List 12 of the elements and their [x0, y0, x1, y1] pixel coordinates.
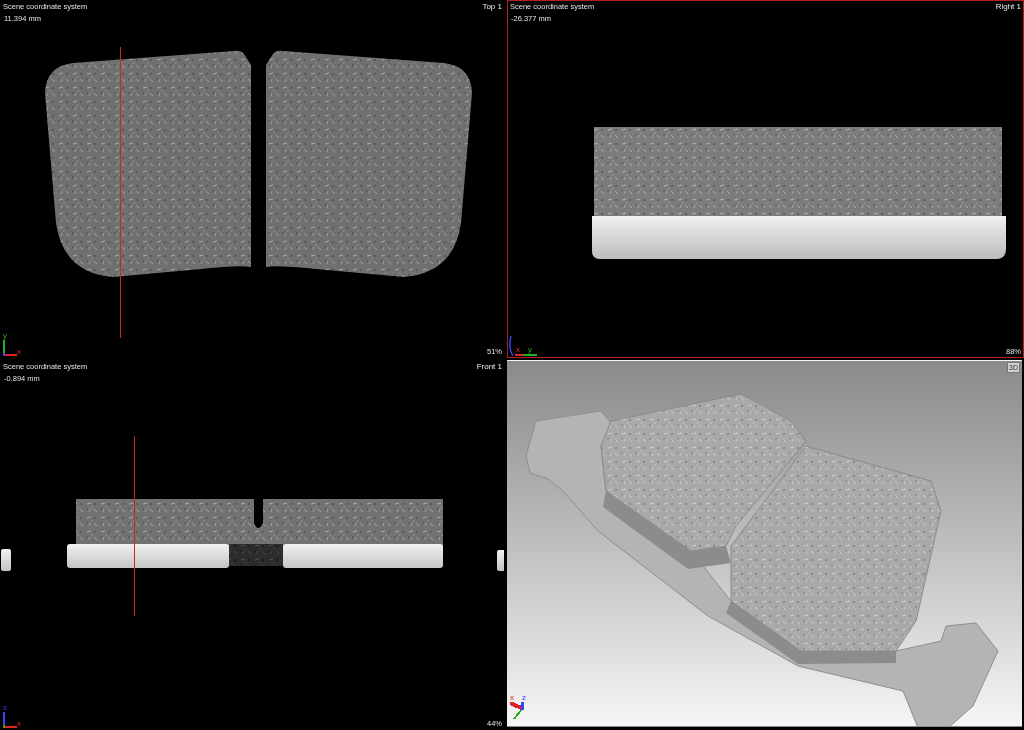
axis-label: y — [528, 346, 532, 354]
axis-label: x — [17, 720, 21, 728]
axis-label: x — [17, 348, 21, 356]
view-name: Front 1 — [476, 362, 502, 372]
axis-label: z — [522, 694, 526, 702]
axis-arc-icon — [508, 336, 514, 356]
axis-label: z — [3, 704, 7, 712]
axis-label: x — [516, 346, 520, 354]
view-name: Right 1 — [995, 2, 1021, 12]
axis-label: x — [510, 694, 514, 702]
axis-label: y — [3, 332, 7, 340]
view-name: Top 1 — [482, 2, 502, 12]
